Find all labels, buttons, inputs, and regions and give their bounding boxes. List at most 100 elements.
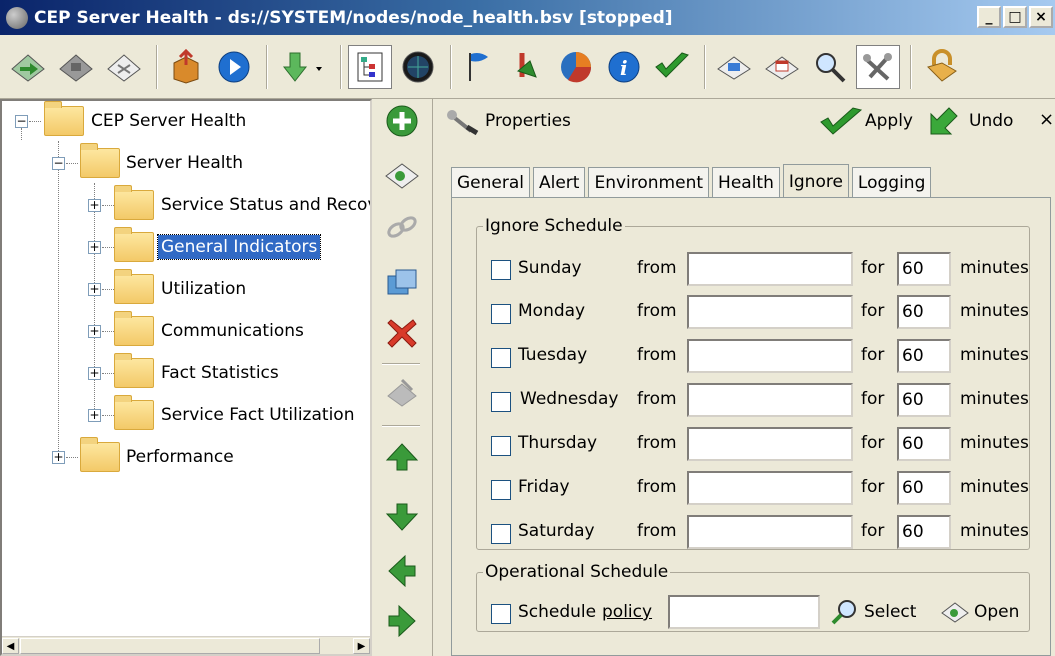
forward-icon[interactable] xyxy=(6,45,50,89)
tab-logging[interactable]: Logging xyxy=(851,167,932,197)
folder-icon xyxy=(114,227,154,262)
chart-icon[interactable] xyxy=(554,45,598,89)
tab-environment[interactable]: Environment xyxy=(588,167,710,197)
calendar-icon[interactable] xyxy=(760,45,804,89)
clear-icon[interactable] xyxy=(102,45,146,89)
operational-schedule-legend: Operational Schedule xyxy=(485,562,669,582)
for-label: for xyxy=(861,301,885,321)
minutes-label: minutes xyxy=(960,433,1029,453)
friday-checkbox[interactable] xyxy=(491,480,511,500)
scroll-left-button[interactable]: ◀ xyxy=(2,638,19,654)
saturday-checkbox[interactable] xyxy=(491,524,511,544)
tuesday-checkbox[interactable] xyxy=(491,348,511,368)
minimize-button[interactable]: _ xyxy=(977,6,1001,28)
link-icon[interactable] xyxy=(382,207,422,247)
select-button[interactable]: Select xyxy=(830,596,916,628)
delete-icon[interactable] xyxy=(382,313,422,353)
scroll-thumb[interactable] xyxy=(20,638,320,654)
action-bar xyxy=(372,99,430,656)
download-icon[interactable] xyxy=(274,45,330,89)
open-button[interactable]: Open xyxy=(940,596,1019,628)
monday-checkbox[interactable] xyxy=(491,304,511,324)
expand-icon[interactable]: + xyxy=(88,409,101,422)
book-icon[interactable] xyxy=(712,45,756,89)
undo-button[interactable]: Undo xyxy=(925,103,1013,139)
play-icon[interactable] xyxy=(212,45,256,89)
collapse-icon[interactable]: − xyxy=(52,157,65,170)
tree-node-service-fact-utilization[interactable]: + Service Fact Utilization xyxy=(2,395,370,435)
tree-node-communications[interactable]: + Communications xyxy=(2,311,370,351)
schedule-checkbox[interactable] xyxy=(491,604,511,624)
tuesday-for-input[interactable]: 60 xyxy=(897,339,951,373)
disabled-tool-icon[interactable] xyxy=(382,373,422,413)
expand-icon[interactable]: + xyxy=(52,451,65,464)
thursday-for-input[interactable]: 60 xyxy=(897,427,951,461)
tree-horizontal-scrollbar[interactable]: ◀ ▶ xyxy=(2,636,370,654)
title-bar: CEP Server Health - ds://SYSTEM/nodes/no… xyxy=(0,0,1055,35)
scroll-right-button[interactable]: ▶ xyxy=(353,638,370,654)
from-label: from xyxy=(637,345,677,365)
maximize-button[interactable]: □ xyxy=(1003,6,1027,28)
tab-general[interactable]: General xyxy=(451,167,530,197)
monday-from-input[interactable] xyxy=(687,295,853,329)
check-icon[interactable] xyxy=(650,45,694,89)
save-icon[interactable] xyxy=(54,45,98,89)
globe-icon[interactable] xyxy=(396,45,440,89)
saturday-for-input[interactable]: 60 xyxy=(897,515,951,549)
thursday-checkbox[interactable] xyxy=(491,436,511,456)
package-icon[interactable] xyxy=(164,45,208,89)
expand-icon[interactable]: + xyxy=(88,241,101,254)
wednesday-checkbox[interactable] xyxy=(491,392,511,412)
friday-for-input[interactable]: 60 xyxy=(897,471,951,505)
move-up-icon[interactable] xyxy=(382,437,422,477)
tree-node-utilization[interactable]: + Utilization xyxy=(2,269,370,309)
wednesday-from-input[interactable] xyxy=(687,383,853,417)
expand-icon[interactable]: + xyxy=(88,199,101,212)
for-label: for xyxy=(861,258,885,278)
tree-view-icon[interactable] xyxy=(348,44,392,89)
sunday-for-input[interactable]: 60 xyxy=(897,252,951,286)
thursday-from-input[interactable] xyxy=(687,427,853,461)
expand-icon[interactable]: + xyxy=(88,283,101,296)
minutes-label: minutes xyxy=(960,521,1029,541)
policy-input[interactable] xyxy=(668,595,820,629)
move-down-icon[interactable] xyxy=(382,497,422,537)
collapse-icon[interactable]: − xyxy=(15,115,28,128)
day-label: Tuesday xyxy=(518,345,588,365)
info-icon[interactable]: i xyxy=(602,45,646,89)
sunday-checkbox[interactable] xyxy=(491,260,511,280)
tab-ignore[interactable]: Ignore xyxy=(782,164,849,198)
tab-alert[interactable]: Alert xyxy=(533,167,586,197)
expand-icon[interactable]: + xyxy=(88,325,101,338)
tab-health[interactable]: Health xyxy=(712,167,780,197)
tuesday-from-input[interactable] xyxy=(687,339,853,373)
friday-from-input[interactable] xyxy=(687,471,853,505)
close-window-button[interactable]: × xyxy=(1029,6,1053,28)
saturday-from-input[interactable] xyxy=(687,515,853,549)
tree-node-fact-statistics[interactable]: + Fact Statistics xyxy=(2,353,370,393)
sunday-from-input[interactable] xyxy=(687,252,853,286)
wrench-icon[interactable] xyxy=(856,44,900,89)
tree-node-general-indicators[interactable]: + General Indicators xyxy=(2,227,370,267)
lock-icon[interactable] xyxy=(918,45,962,89)
tree-node-performance[interactable]: + Performance xyxy=(2,437,370,477)
move-right-icon[interactable] xyxy=(382,601,422,641)
move-left-icon[interactable] xyxy=(382,551,422,591)
properties-title: Properties xyxy=(485,111,571,131)
tree-node-cep-server-health[interactable]: − CEP Server Health xyxy=(2,101,370,141)
search-icon[interactable] xyxy=(808,45,852,89)
add-node-icon[interactable] xyxy=(382,155,422,195)
apply-button[interactable]: Apply xyxy=(819,103,913,139)
expand-icon[interactable]: + xyxy=(88,367,101,380)
tree-node-server-health[interactable]: − Server Health xyxy=(2,143,370,183)
flag-icon[interactable] xyxy=(458,45,502,89)
add-icon[interactable] xyxy=(382,101,422,141)
tree-node-label: Communications xyxy=(161,321,304,341)
monday-for-input[interactable]: 60 xyxy=(897,295,951,329)
wednesday-for-input[interactable]: 60 xyxy=(897,383,951,417)
tree-node-service-status[interactable]: + Service Status and Recov xyxy=(2,185,370,225)
toolbar-separator xyxy=(266,44,268,89)
tools-icon[interactable] xyxy=(506,45,550,89)
copy-icon[interactable] xyxy=(382,261,422,301)
close-panel-button[interactable]: × xyxy=(1039,109,1054,130)
